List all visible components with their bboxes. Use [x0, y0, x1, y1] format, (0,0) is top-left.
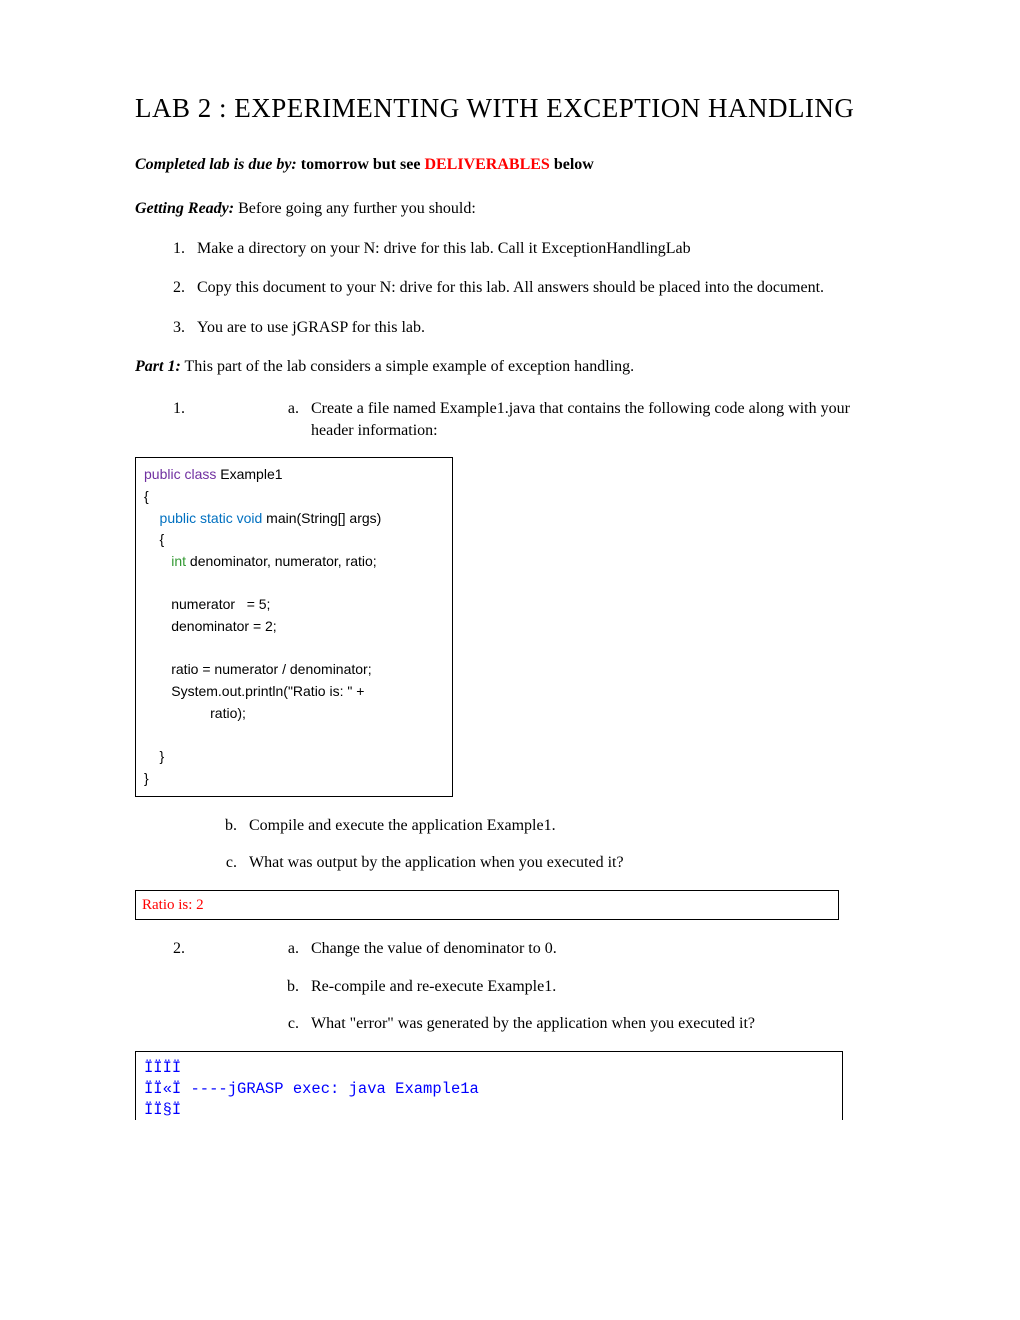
part1-line: Part 1: This part of the lab considers a… — [135, 356, 885, 378]
code-block-example1: public class Example1 { public static vo… — [135, 457, 453, 796]
part1-text: This part of the lab considers a simple … — [181, 358, 634, 375]
code-keyword: public class — [144, 466, 216, 482]
list-item: Copy this document to your N: drive for … — [189, 277, 885, 299]
code-text: } — [144, 770, 149, 786]
list-item: Create a file named Example1.java that c… — [303, 398, 885, 441]
code-keyword: int — [144, 553, 186, 569]
list-item: Make a directory on your N: drive for th… — [189, 238, 885, 260]
code-text: denominator = 2; — [144, 618, 277, 634]
code-text: { — [144, 531, 164, 547]
list-item: Change the value of denominator to 0. — [303, 938, 885, 960]
page-title: LAB 2 : EXPERIMENTING WITH EXCEPTION HAN… — [135, 90, 885, 126]
part1-steps: Create a file named Example1.java that c… — [135, 398, 885, 441]
getting-ready-text: Before going any further you should: — [234, 200, 476, 217]
code-text: Example1 — [216, 466, 282, 482]
list-item: Compile and execute the application Exam… — [241, 815, 885, 837]
code-text: denominator, numerator, ratio; — [186, 553, 377, 569]
part1-label: Part 1: — [135, 358, 181, 375]
getting-ready-label: Getting Ready: — [135, 200, 234, 217]
code-text: { — [144, 488, 149, 504]
step1-substeps: Create a file named Example1.java that c… — [197, 398, 885, 441]
code-text: } — [144, 748, 164, 764]
step2-substeps: Change the value of denominator to 0. Re… — [197, 938, 885, 1035]
list-item: What "error" was generated by the applic… — [303, 1013, 885, 1035]
step1-substeps-cont: Compile and execute the application Exam… — [135, 815, 885, 874]
due-line: Completed lab is due by: tomorrow but se… — [135, 154, 885, 176]
part1-steps-cont: Change the value of denominator to 0. Re… — [135, 938, 885, 1035]
code-text: ratio = numerator / denominator; — [144, 661, 372, 677]
list-item: Create a file named Example1.java that c… — [189, 398, 885, 441]
ready-steps-list: Make a directory on your N: drive for th… — [135, 238, 885, 339]
list-item: Re-compile and re-execute Example1. — [303, 976, 885, 998]
list-item: What was output by the application when … — [241, 852, 885, 874]
code-keyword: public static void — [144, 510, 262, 526]
code-text: numerator = 5; — [144, 596, 270, 612]
list-item: You are to use jGRASP for this lab. — [189, 317, 885, 339]
code-text: ratio); — [144, 705, 246, 721]
due-text1: tomorrow but see — [297, 156, 425, 173]
deliverables-word: DELIVERABLES — [424, 156, 549, 173]
answer-box-ratio: Ratio is: 2 — [135, 890, 839, 920]
list-item: Change the value of denominator to 0. Re… — [189, 938, 885, 1035]
due-label: Completed lab is due by: — [135, 156, 297, 173]
due-text2: below — [550, 156, 594, 173]
getting-ready-line: Getting Ready: Before going any further … — [135, 198, 885, 220]
error-output-box: ÏÏÏÏ ÏÏ«Ï ----jGRASP exec: java Example1… — [135, 1051, 843, 1121]
code-text: main(String[] args) — [262, 510, 381, 526]
code-text: System.out.println("Ratio is: " + — [144, 683, 364, 699]
